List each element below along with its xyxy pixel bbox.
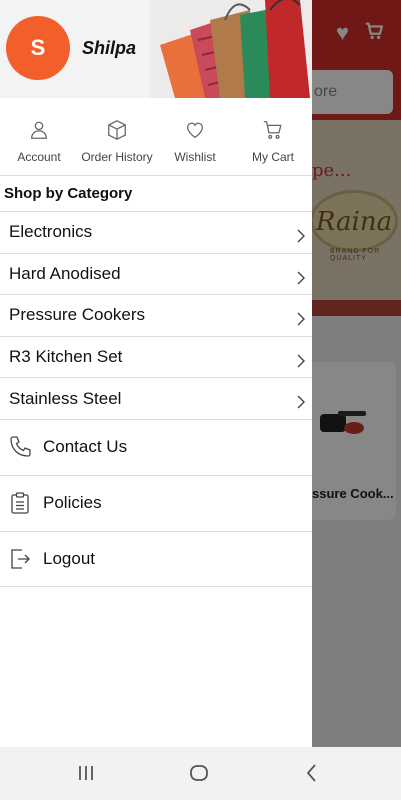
category-label: Stainless Steel <box>9 388 122 408</box>
account-label: Account <box>17 150 61 164</box>
my-cart-link[interactable]: My Cart <box>234 98 312 175</box>
category-label: R3 Kitchen Set <box>9 347 123 367</box>
system-navigation-bar <box>0 747 401 800</box>
drawer-header: S Shilpa <box>0 0 312 98</box>
category-item-stainless-steel[interactable]: Stainless Steel <box>0 377 312 419</box>
category-label: Pressure Cookers <box>9 305 146 325</box>
account-link[interactable]: Account <box>0 98 78 175</box>
avatar[interactable]: S <box>6 16 70 80</box>
quick-links-row: Account Order History Wishlist My Cart <box>0 98 312 176</box>
home-icon[interactable] <box>187 761 211 785</box>
category-label: Hard Anodised <box>9 263 121 283</box>
phone-icon <box>10 436 31 458</box>
chevron-right-icon <box>297 354 305 368</box>
chevron-right-icon <box>297 271 305 285</box>
person-icon <box>31 121 47 139</box>
logout-label: Logout <box>43 548 95 568</box>
order-history-label: Order History <box>81 150 153 164</box>
chevron-right-icon <box>297 229 305 243</box>
logout-item[interactable]: Logout <box>0 530 312 587</box>
category-item-electronics[interactable]: Electronics <box>0 211 312 253</box>
chevron-right-icon <box>297 395 305 409</box>
contact-us-label: Contact Us <box>43 437 128 457</box>
category-label: Electronics <box>9 222 93 242</box>
user-name: Shilpa <box>82 38 137 58</box>
wishlist-label: Wishlist <box>174 150 216 164</box>
recent-apps-icon[interactable] <box>74 761 98 785</box>
policies-item[interactable]: Policies <box>0 474 312 531</box>
wishlist-link[interactable]: Wishlist <box>156 98 234 175</box>
chevron-right-icon <box>297 312 305 326</box>
my-cart-label: My Cart <box>252 150 294 164</box>
category-item-r3-kitchen-set[interactable]: R3 Kitchen Set <box>0 335 312 378</box>
box-icon <box>108 120 126 140</box>
contact-us-item[interactable]: Contact Us <box>0 418 312 475</box>
policies-label: Policies <box>43 493 102 513</box>
category-section-title: Shop by Category <box>4 185 133 202</box>
cart-icon <box>263 121 282 139</box>
category-item-pressure-cookers[interactable]: Pressure Cookers <box>0 294 312 336</box>
shopping-bags-image <box>150 0 312 98</box>
order-history-link[interactable]: Order History <box>78 98 156 175</box>
logout-icon <box>11 549 30 569</box>
navigation-drawer: S Shilpa Account Order History Wishlist … <box>0 0 312 747</box>
clipboard-icon <box>11 492 29 515</box>
drawer-menu-list: Contact Us Policies Logout <box>0 418 312 587</box>
heart-icon <box>187 122 203 139</box>
category-item-hard-anodised[interactable]: Hard Anodised <box>0 252 312 295</box>
back-icon[interactable] <box>300 761 324 785</box>
